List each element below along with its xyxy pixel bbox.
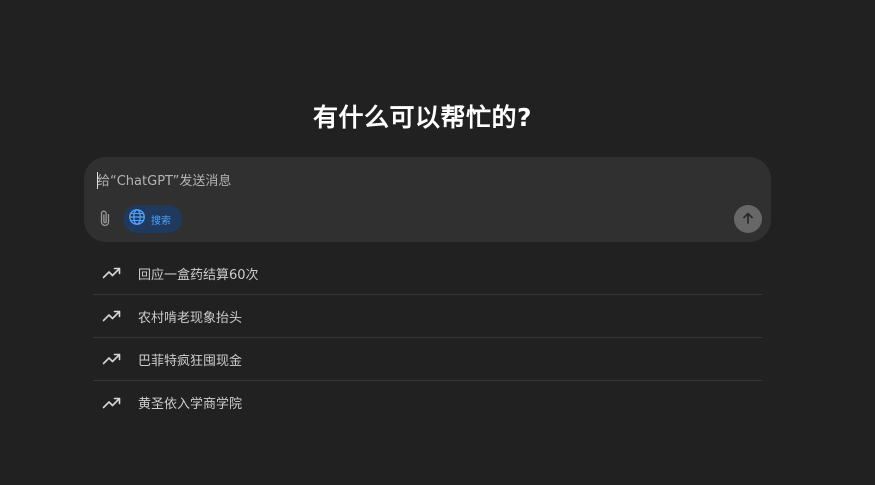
trending-suggestions: 回应一盒药结算60次 农村啃老现象抬头 巴菲特疯狂囤现金 黄圣依入学商学院	[93, 252, 762, 424]
chat-home: 有什么可以帮忙的? 搜索	[0, 0, 875, 485]
trending-up-icon	[102, 309, 122, 323]
suggestion-label: 回应一盒药结算60次	[138, 267, 259, 283]
page-title: 有什么可以帮忙的?	[312, 103, 532, 132]
search-button[interactable]: 搜索	[123, 205, 182, 233]
send-button[interactable]	[734, 205, 762, 233]
arrow-up-icon	[741, 210, 755, 229]
message-input[interactable]	[97, 171, 737, 191]
suggestion-label: 黄圣依入学商学院	[138, 397, 243, 412]
search-button-label: 搜索	[151, 215, 171, 227]
suggestion-label: 农村啃老现象抬头	[138, 310, 243, 326]
trending-up-icon	[102, 266, 122, 280]
trending-up-icon	[102, 396, 122, 410]
globe-icon	[128, 208, 146, 230]
attach-button[interactable]	[96, 209, 114, 231]
suggestion-item[interactable]: 回应一盒药结算60次	[93, 252, 762, 295]
suggestion-item[interactable]: 农村啃老现象抬头	[93, 295, 762, 338]
text-caret	[97, 172, 98, 189]
paperclip-icon	[99, 209, 111, 231]
message-composer: 搜索	[84, 157, 771, 242]
suggestion-item[interactable]: 巴菲特疯狂囤现金	[93, 338, 762, 381]
suggestion-label: 巴菲特疯狂囤现金	[138, 353, 243, 369]
trending-up-icon	[102, 352, 122, 366]
suggestion-item[interactable]: 黄圣依入学商学院	[93, 381, 762, 424]
